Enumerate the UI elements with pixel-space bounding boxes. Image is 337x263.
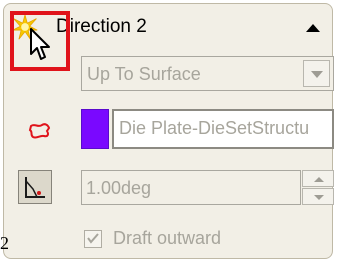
draft-angle-icon: [25, 177, 45, 198]
face-selection-value: Die Plate-DieSetStructu: [119, 118, 310, 138]
mouse-cursor-icon: [30, 28, 50, 60]
face-color-swatch[interactable]: [81, 109, 109, 149]
draft-toggle-button[interactable]: [18, 170, 52, 204]
draft-angle-value: 1.00deg: [86, 178, 152, 198]
draft-angle-input[interactable]: 1.00deg: [81, 170, 301, 205]
arrow-down-icon: [314, 195, 324, 200]
spin-down-button[interactable]: [302, 188, 334, 205]
face-selection-icon: [28, 123, 51, 139]
face-selection-field[interactable]: Die Plate-DieSetStructu: [112, 109, 334, 149]
draft-outward-checkbox[interactable]: [84, 230, 102, 248]
draft-angle-spinner[interactable]: [302, 170, 334, 205]
side-number-label: 2: [0, 233, 9, 253]
draft-outward-label: Draft outward: [113, 228, 222, 248]
arrow-up-icon: [314, 177, 324, 182]
spin-up-button[interactable]: [302, 170, 334, 187]
checkmark-icon: [87, 233, 99, 244]
direction-2-panel: Direction 2 Up To Surface Die Plate-DieS…: [3, 3, 334, 259]
end-condition-dropdown[interactable]: Up To Surface: [81, 56, 334, 91]
dropdown-button[interactable]: [303, 60, 330, 87]
chevron-down-icon: [311, 71, 323, 78]
end-condition-value: Up To Surface: [87, 64, 201, 84]
chevron-up-icon[interactable]: [306, 24, 320, 32]
